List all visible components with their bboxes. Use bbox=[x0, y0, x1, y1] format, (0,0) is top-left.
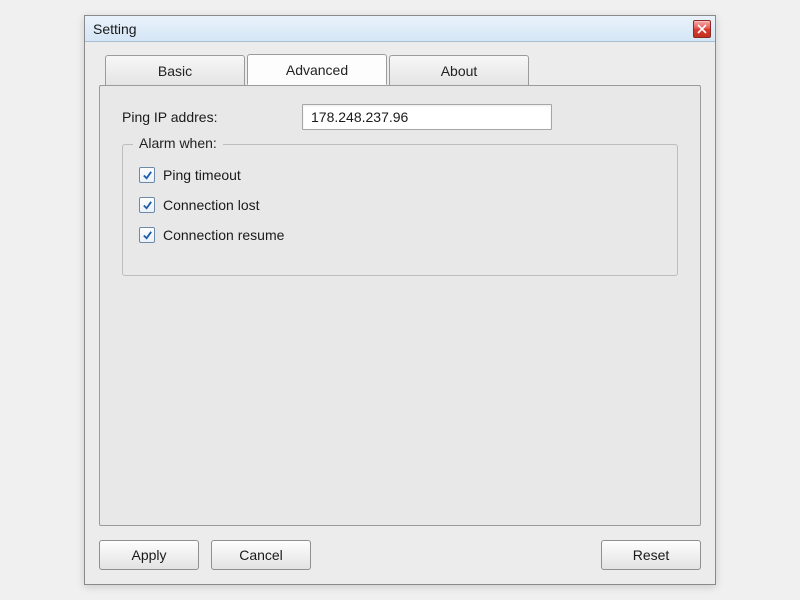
check-icon bbox=[142, 230, 153, 241]
titlebar: Setting bbox=[85, 16, 715, 42]
tab-container: Basic Advanced About Ping IP addres: Ala… bbox=[99, 54, 701, 526]
checkbox-connection-resume[interactable] bbox=[139, 227, 155, 243]
tab-label: Basic bbox=[158, 63, 192, 79]
alarm-row-ping-timeout: Ping timeout bbox=[139, 167, 661, 183]
tab-body-advanced: Ping IP addres: Alarm when: Ping timeout bbox=[99, 85, 701, 526]
checkbox-label[interactable]: Ping timeout bbox=[163, 167, 241, 183]
close-button[interactable] bbox=[693, 20, 711, 38]
alarm-row-connection-lost: Connection lost bbox=[139, 197, 661, 213]
tab-about[interactable]: About bbox=[389, 55, 529, 85]
button-bar: Apply Cancel Reset bbox=[99, 540, 701, 570]
check-icon bbox=[142, 200, 153, 211]
tab-advanced[interactable]: Advanced bbox=[247, 54, 387, 85]
tab-label: Advanced bbox=[286, 62, 348, 78]
cancel-button[interactable]: Cancel bbox=[211, 540, 311, 570]
reset-button[interactable]: Reset bbox=[601, 540, 701, 570]
apply-button[interactable]: Apply bbox=[99, 540, 199, 570]
alarm-group: Alarm when: Ping timeout bbox=[122, 144, 678, 276]
alarm-legend: Alarm when: bbox=[133, 135, 223, 151]
tab-label: About bbox=[441, 63, 478, 79]
checkbox-connection-lost[interactable] bbox=[139, 197, 155, 213]
checkbox-ping-timeout[interactable] bbox=[139, 167, 155, 183]
tab-strip: Basic Advanced About bbox=[105, 54, 701, 85]
ping-label: Ping IP addres: bbox=[122, 109, 302, 125]
checkbox-label[interactable]: Connection resume bbox=[163, 227, 284, 243]
ping-ip-input[interactable] bbox=[302, 104, 552, 130]
alarm-row-connection-resume: Connection resume bbox=[139, 227, 661, 243]
window-title: Setting bbox=[93, 21, 693, 37]
tab-basic[interactable]: Basic bbox=[105, 55, 245, 85]
checkbox-label[interactable]: Connection lost bbox=[163, 197, 260, 213]
ping-row: Ping IP addres: bbox=[122, 104, 678, 130]
dialog-content: Basic Advanced About Ping IP addres: Ala… bbox=[85, 42, 715, 584]
close-icon bbox=[697, 24, 707, 34]
settings-dialog: Setting Basic Advanced About bbox=[84, 15, 716, 585]
check-icon bbox=[142, 170, 153, 181]
